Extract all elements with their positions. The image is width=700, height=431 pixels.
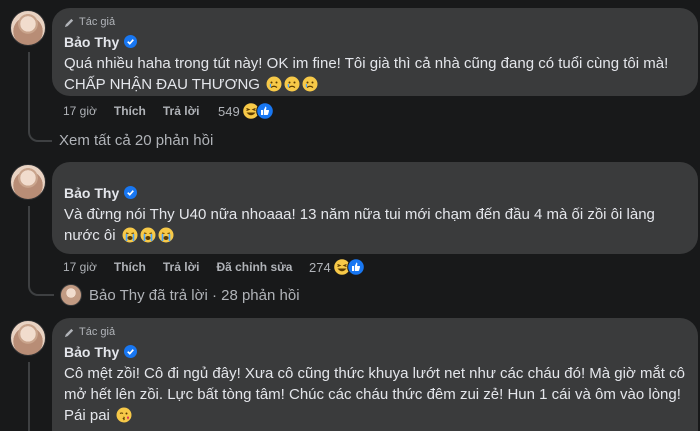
comment-text: Và đừng nói Thy U40 nữa nhoaaa! 13 năm n… — [64, 204, 686, 246]
like-button[interactable]: Thích — [114, 260, 146, 274]
author-badge: Tác giả — [64, 325, 686, 339]
comment-author-name[interactable]: Bảo Thy — [64, 34, 119, 50]
crying-face-icon — [266, 76, 282, 92]
comment-bubble: Tác giả Bảo Thy Quá nhiều haha trong tút… — [52, 8, 698, 96]
comment-text: Cô mệt zồi! Cô đi ngủ đây! Xưa cô cũng t… — [64, 363, 686, 426]
pen-icon — [64, 328, 74, 337]
comment-bubble: Tác giả Bảo Thy Cô mệt zồi! Cô đi ngủ đâ… — [52, 318, 698, 431]
like-button[interactable]: Thích — [114, 104, 146, 118]
author-badge-label: Tác giả — [79, 16, 116, 28]
reaction-summary[interactable]: 549 — [218, 102, 274, 120]
verified-badge-icon — [124, 35, 138, 48]
comment-actions: 17 giờ Thích Trả lời — [63, 104, 216, 118]
commenter-avatar[interactable] — [10, 320, 46, 356]
like-icon — [346, 258, 365, 276]
comment-time[interactable]: 17 giờ — [63, 260, 97, 274]
kissing-face-icon — [116, 407, 132, 423]
comment-author-name[interactable]: Bảo Thy — [64, 344, 119, 360]
comment-author-name[interactable]: Bảo Thy — [64, 185, 119, 201]
thread-connector — [28, 206, 54, 296]
comment-time[interactable]: 17 giờ — [63, 104, 97, 118]
thread-connector — [28, 52, 52, 142]
view-replies-link[interactable]: Xem tất cả 20 phản hồi — [59, 132, 213, 149]
comment-bubble: Bảo Thy Và đừng nói Thy U40 nữa nhoaaa! … — [52, 162, 698, 254]
author-badge: Tác giả — [64, 15, 686, 29]
reaction-count: 549 — [218, 103, 240, 119]
reaction-summary[interactable]: 274 — [309, 258, 365, 276]
reply-avatar[interactable] — [60, 284, 82, 306]
commenter-avatar[interactable] — [10, 164, 46, 200]
view-replies-link[interactable]: Bảo Thy đã trả lời · 28 phản hồi — [89, 287, 300, 304]
like-icon — [255, 102, 274, 120]
crying-face-icon — [284, 76, 300, 92]
loudly-crying-icon — [140, 227, 156, 243]
verified-badge-icon — [124, 345, 138, 358]
reaction-count: 274 — [309, 259, 331, 275]
crying-face-icon — [302, 76, 318, 92]
comment-body: Quá nhiều haha trong tút này! OK im fine… — [64, 55, 673, 93]
reply-button[interactable]: Trả lời — [163, 104, 200, 118]
comment-actions: 17 giờ Thích Trả lời Đã chỉnh sửa — [63, 260, 309, 274]
author-badge-label: Tác giả — [79, 326, 116, 338]
comment-text: Quá nhiều haha trong tút này! OK im fine… — [64, 53, 686, 95]
loudly-crying-icon — [158, 227, 174, 243]
commenter-avatar[interactable] — [10, 10, 46, 46]
comment-body: Cô mệt zồi! Cô đi ngủ đây! Xưa cô cũng t… — [64, 365, 690, 424]
pen-icon — [64, 18, 74, 27]
edited-label[interactable]: Đã chỉnh sửa — [216, 260, 292, 274]
verified-badge-icon — [124, 186, 138, 199]
reply-button[interactable]: Trả lời — [163, 260, 200, 274]
thread-connector — [28, 362, 30, 431]
loudly-crying-icon — [122, 227, 138, 243]
